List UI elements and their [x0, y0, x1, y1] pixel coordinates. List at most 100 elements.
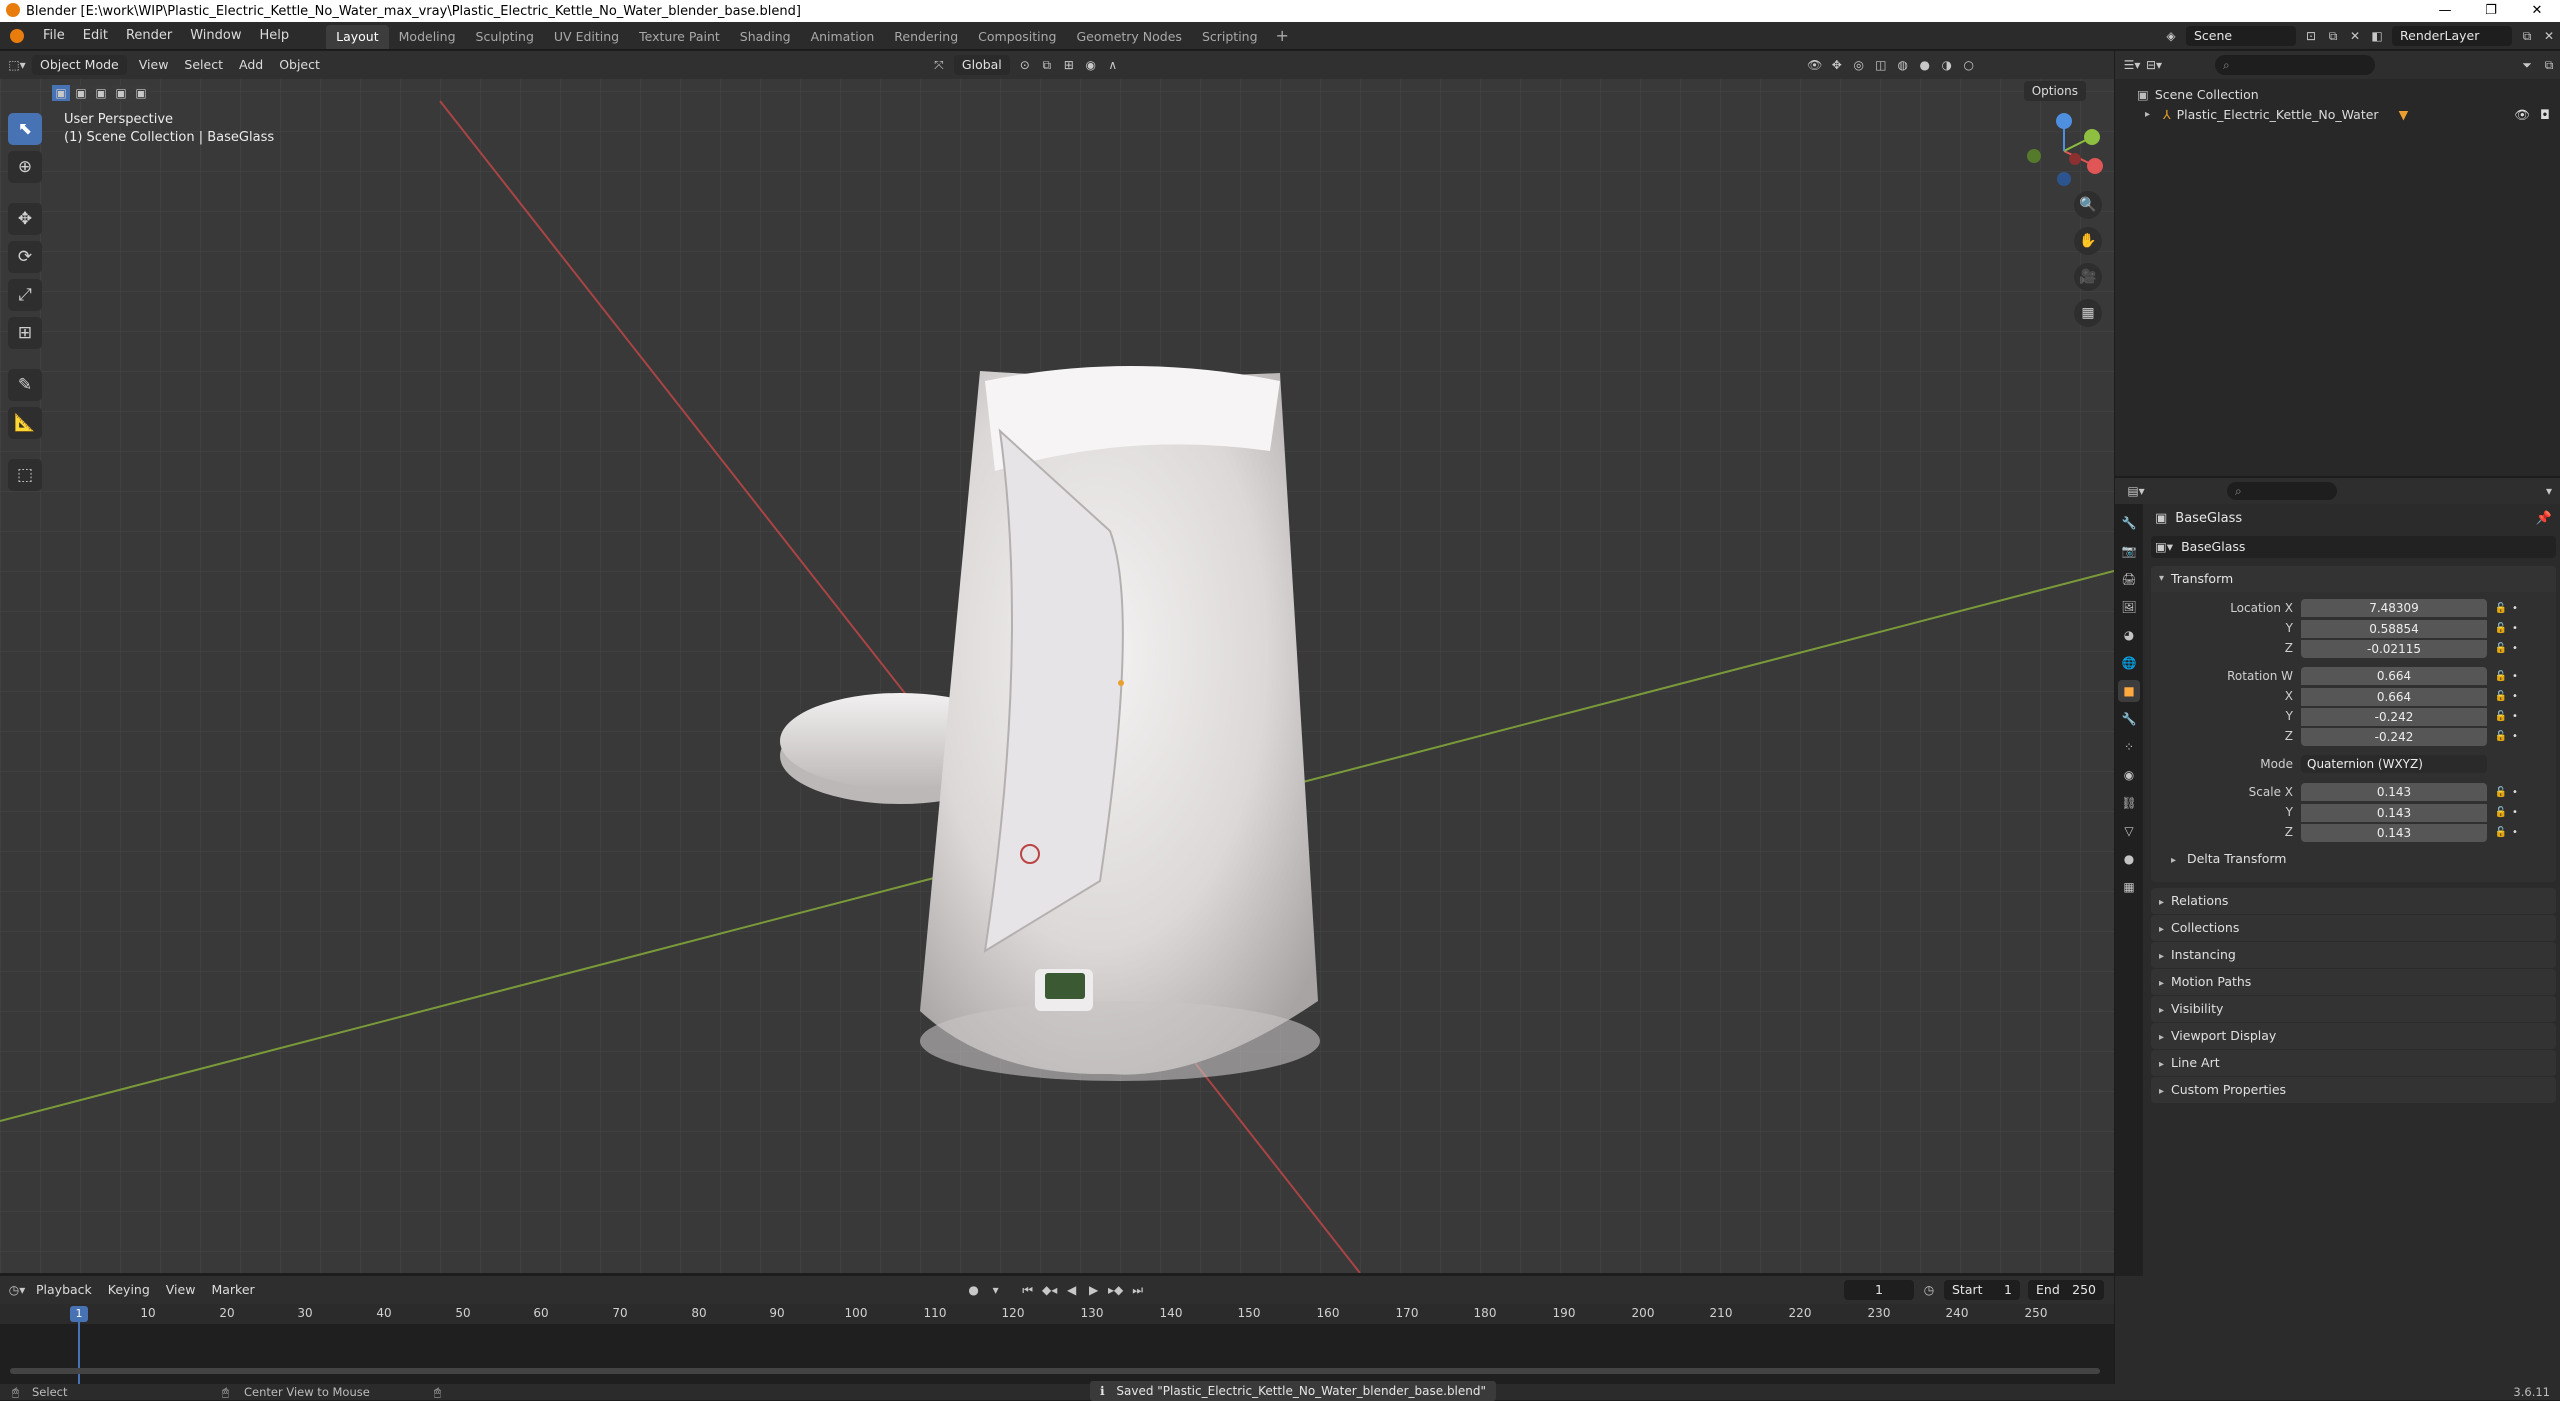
rendered-shading-icon[interactable]: ○	[1958, 55, 1980, 75]
render-layer-field[interactable]: RenderLayer	[2392, 26, 2512, 46]
menu-edit[interactable]: Edit	[74, 22, 117, 50]
new-collection-icon[interactable]: ⧉	[2538, 55, 2560, 75]
lock-rotation-y-icon[interactable]: 🔓	[2493, 711, 2509, 722]
tab-rendering[interactable]: Rendering	[884, 25, 968, 49]
outliner-editor-type-icon[interactable]: ☰▾	[2121, 55, 2143, 75]
collections-panel[interactable]: ▸ Collections	[2151, 915, 2556, 941]
start-frame-field[interactable]: Start 1	[1944, 1280, 2020, 1300]
playhead-frame-indicator[interactable]: 1	[70, 1306, 88, 1322]
gizmo-toggle-icon[interactable]: ✥	[1826, 55, 1848, 75]
delete-scene-icon[interactable]: ✕	[2344, 26, 2366, 46]
custom-properties-panel[interactable]: ▸ Custom Properties	[2151, 1077, 2556, 1103]
location-x-field[interactable]: 7.48309	[2301, 599, 2487, 617]
physics-tab-icon[interactable]: ◉	[2118, 764, 2140, 786]
transform-panel-header[interactable]: ▾ Transform	[2151, 566, 2556, 592]
modifier-tab-icon[interactable]: 🔧	[2118, 708, 2140, 730]
viewport-menu-view[interactable]: View	[131, 51, 177, 79]
menu-window[interactable]: Window	[181, 22, 250, 50]
delta-transform-subpanel[interactable]: ▸ Delta Transform	[2151, 846, 2556, 872]
viewport-menu-add[interactable]: Add	[231, 51, 271, 79]
lock-rotation-z-icon[interactable]: 🔓	[2493, 731, 2509, 742]
wireframe-shading-icon[interactable]: ◍	[1892, 55, 1914, 75]
location-y-field[interactable]: 0.58854	[2301, 619, 2487, 638]
lock-scale-y-icon[interactable]: 🔓	[2493, 807, 2509, 818]
menu-file[interactable]: File	[34, 22, 74, 50]
expand-chevron-icon[interactable]: ▸	[2145, 105, 2157, 125]
camera-view-icon[interactable]: 🎥	[2074, 263, 2102, 291]
move-tool-icon[interactable]: ✥	[8, 203, 42, 235]
scale-x-field[interactable]: 0.143	[2301, 783, 2487, 801]
particles-tab-icon[interactable]: ⁘	[2118, 736, 2140, 758]
cursor-tool-icon[interactable]: ⊕	[8, 151, 42, 183]
keyframe-scale-z-icon[interactable]: •	[2509, 827, 2521, 838]
hide-viewport-eye-icon[interactable]: 👁	[2514, 105, 2530, 125]
render-tab-icon[interactable]: 📷	[2118, 540, 2140, 562]
keyframe-scale-y-icon[interactable]: •	[2509, 807, 2521, 818]
transform-tool-icon[interactable]: ⊞	[8, 317, 42, 349]
tab-texture-paint[interactable]: Texture Paint	[629, 25, 730, 49]
keyframe-rotation-w-icon[interactable]: •	[2509, 671, 2521, 682]
rotation-z-field[interactable]: -0.242	[2301, 727, 2487, 746]
end-frame-field[interactable]: End 250	[2028, 1280, 2104, 1300]
timeline-menu-marker[interactable]: Marker	[203, 1276, 262, 1304]
blender-menu-icon[interactable]	[10, 28, 24, 43]
viewport-menu-select[interactable]: Select	[176, 51, 231, 79]
object-tab-icon[interactable]: ■	[2118, 680, 2140, 702]
visibility-icon[interactable]: 👁	[1804, 55, 1826, 75]
solid-shading-icon[interactable]: ●	[1914, 55, 1936, 75]
constraints-tab-icon[interactable]: ⛓	[2118, 792, 2140, 814]
lock-rotation-x-icon[interactable]: 🔓	[2493, 691, 2509, 702]
new-layer-icon[interactable]: ⧉	[2516, 26, 2538, 46]
outliner-object-row[interactable]: ▸ ⅄ Plastic_Electric_Kettle_No_Water ▼ 👁…	[2137, 105, 2560, 125]
tab-compositing[interactable]: Compositing	[968, 25, 1066, 49]
material-tab-icon[interactable]: ●	[2118, 848, 2140, 870]
display-mode-icon[interactable]: ⊟▾	[2143, 55, 2165, 75]
rotation-y-field[interactable]: -0.242	[2301, 707, 2487, 726]
jump-next-keyframe-icon[interactable]: ▸◆	[1105, 1280, 1127, 1300]
keyframe-rotation-y-icon[interactable]: •	[2509, 711, 2521, 722]
add-cube-tool-icon[interactable]: ⬚	[8, 459, 42, 491]
viewport-options-button[interactable]: Options	[2023, 81, 2086, 101]
snap-icon[interactable]: ⧉	[1036, 55, 1058, 75]
timeline-track-area[interactable]	[0, 1324, 2114, 1384]
lock-scale-x-icon[interactable]: 🔓	[2493, 787, 2509, 798]
add-workspace-button[interactable]: +	[1268, 26, 1297, 45]
select-intersect-icon[interactable]: ▣	[132, 85, 150, 101]
tab-animation[interactable]: Animation	[801, 25, 885, 49]
play-reverse-icon[interactable]: ◀	[1061, 1280, 1083, 1300]
3d-viewport[interactable]: ⬚▾ Object Mode View Select Add Object ⤧ …	[0, 51, 2114, 1273]
location-z-field[interactable]: -0.02115	[2301, 639, 2487, 658]
timeline-menu-keying[interactable]: Keying	[100, 1276, 158, 1304]
scene-field[interactable]: Scene	[2186, 26, 2296, 46]
keyframe-location-y-icon[interactable]: •	[2509, 623, 2521, 634]
lock-rotation-w-icon[interactable]: 🔓	[2493, 671, 2509, 682]
view-layer-tab-icon[interactable]: 🖼	[2118, 596, 2140, 618]
ortho-toggle-icon[interactable]: ▦	[2074, 299, 2102, 327]
xray-toggle-icon[interactable]: ◫	[1870, 55, 1892, 75]
rotation-mode-dropdown[interactable]: Quaternion (WXYZ)	[2301, 755, 2487, 773]
keyframe-scale-x-icon[interactable]: •	[2509, 787, 2521, 798]
timeline-menu-view[interactable]: View	[158, 1276, 204, 1304]
tab-uv-editing[interactable]: UV Editing	[544, 25, 629, 49]
jump-start-icon[interactable]: ⏮	[1017, 1280, 1039, 1300]
rotate-tool-icon[interactable]: ⟳	[8, 241, 42, 273]
lock-location-y-icon[interactable]: 🔓	[2493, 623, 2509, 634]
viewport-display-panel[interactable]: ▸ Viewport Display	[2151, 1023, 2556, 1049]
tab-modeling[interactable]: Modeling	[389, 25, 466, 49]
visibility-panel[interactable]: ▸ Visibility	[2151, 996, 2556, 1022]
falloff-icon[interactable]: ∧	[1102, 55, 1124, 75]
tab-geometry-nodes[interactable]: Geometry Nodes	[1067, 25, 1192, 49]
minimize-button[interactable]: —	[2422, 0, 2468, 22]
scene-tab-icon[interactable]: ◕	[2118, 624, 2140, 646]
tab-sculpting[interactable]: Sculpting	[466, 25, 544, 49]
scale-z-field[interactable]: 0.143	[2301, 823, 2487, 842]
rotation-w-field[interactable]: 0.664	[2301, 667, 2487, 685]
timeline-ruler[interactable]: 10 20 30 40 50 60 70 80 90 100 110 120 1…	[0, 1304, 2114, 1324]
timeline-menu-playback[interactable]: Playback	[28, 1276, 100, 1304]
pin-scene-icon[interactable]: ⊡	[2300, 26, 2322, 46]
material-shading-icon[interactable]: ◑	[1936, 55, 1958, 75]
outliner-filter-icon[interactable]: ⏷	[2516, 55, 2538, 75]
keying-set-icon[interactable]: ▾	[985, 1280, 1007, 1300]
keyframe-rotation-x-icon[interactable]: •	[2509, 691, 2521, 702]
pin-icon[interactable]: 📌	[2536, 504, 2552, 534]
